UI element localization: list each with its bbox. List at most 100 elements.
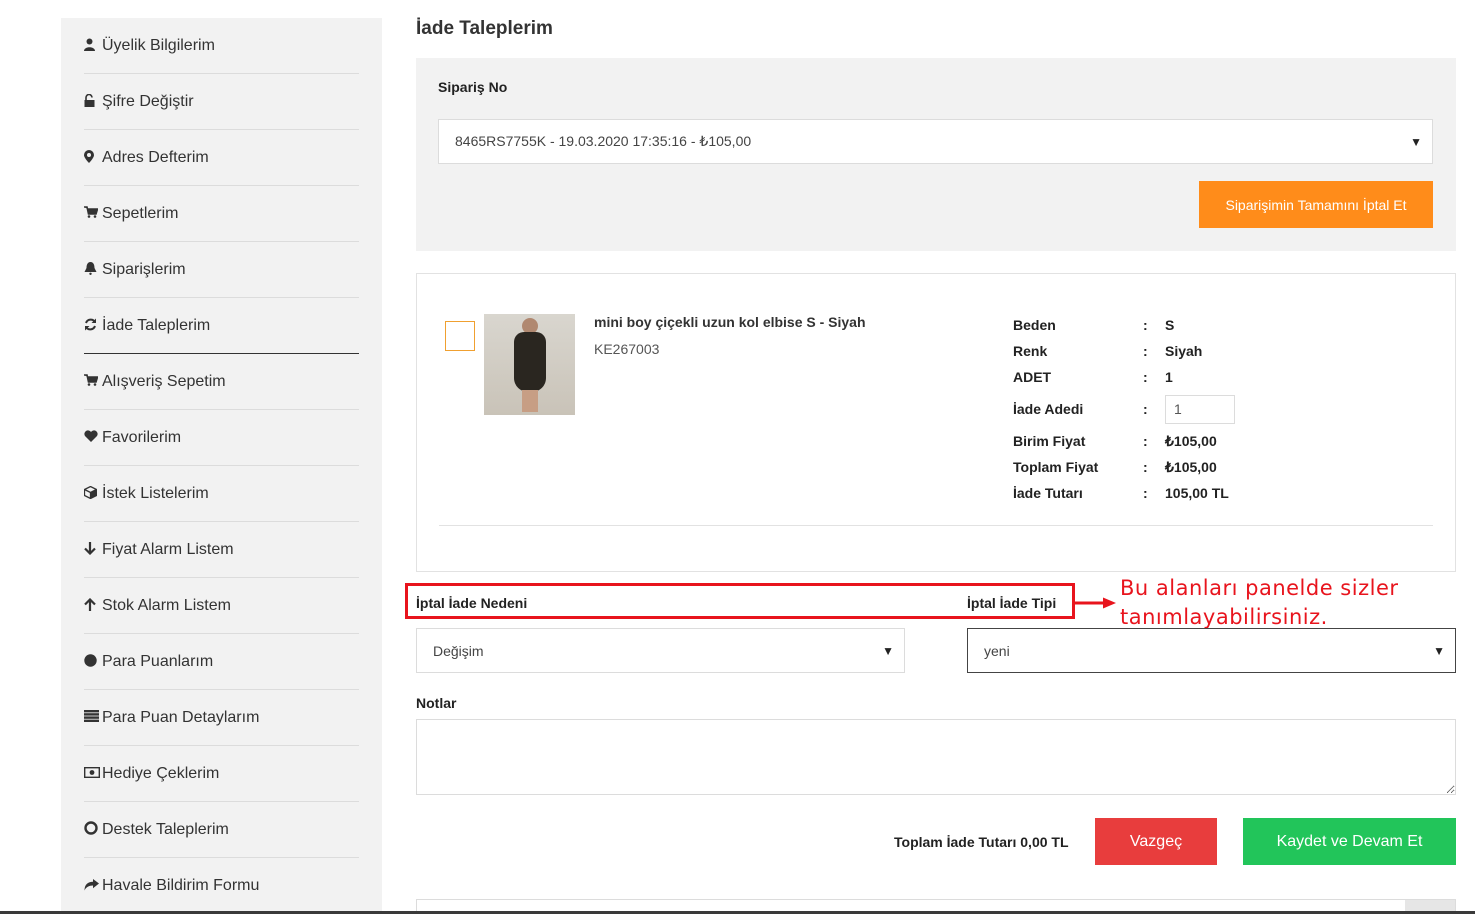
notes-label: Notlar [416,695,457,711]
total-return-amount: Toplam İade Tutarı 0,00 TL [894,834,1069,850]
sidebar-item-label: İstek Listelerim [102,484,209,502]
save-and-continue-button[interactable]: Kaydet ve Devam Et [1243,818,1456,865]
share-icon [84,878,102,894]
spec-colon: : [1143,369,1148,385]
spec-label: İade Tutarı [1013,485,1083,501]
product-image [484,314,575,415]
spec-row-iade-adedi: İade Adedi : [1013,390,1235,428]
map-marker-icon [84,149,102,166]
chevron-down-icon: ▼ [1433,643,1445,658]
page-title: İade Taleplerim [416,18,553,39]
sidebar-item-label: Destek Taleplerim [102,820,229,838]
sidebar-item-adres-defterim[interactable]: Adres Defterim [84,130,359,186]
life-ring-icon [84,821,102,838]
unlock-icon [84,93,102,110]
annotation-line: Bu alanları panelde sizler [1120,576,1399,600]
sidebar-menu: Üyelik Bilgilerim Şifre Değiştir Adres D… [83,18,359,914]
sidebar-item-alisveris-sepetim[interactable]: Alışveriş Sepetim [84,354,359,410]
sidebar-item-label: İade Taleplerim [102,316,211,334]
return-type-select[interactable]: yeni ▼ [967,628,1456,673]
sidebar-item-destek-taleplerim[interactable]: Destek Taleplerim [84,802,359,858]
sidebar-item-para-puanlarim[interactable]: Para Puanlarım [84,634,359,690]
sidebar-item-label: Adres Defterim [102,148,209,166]
spec-colon: : [1143,485,1148,501]
spec-colon: : [1143,433,1148,449]
sidebar-item-label: Hediye Çeklerim [102,764,220,782]
list-icon [84,710,102,725]
sidebar-item-hediye-ceklerim[interactable]: Hediye Çeklerim [83,746,359,802]
sidebar-item-label: Siparişlerim [102,260,186,278]
spec-value: Siyah [1165,343,1203,359]
return-quantity-input[interactable] [1165,394,1235,424]
order-number-label: Sipariş No [438,79,508,95]
spec-row-toplam-fiyat: Toplam Fiyat : ₺105,00 [1013,454,1235,480]
spec-colon: : [1143,401,1148,417]
sidebar-item-label: Şifre Değiştir [102,92,194,110]
sidebar-item-fiyat-alarm-listem[interactable]: Fiyat Alarm Listem [84,522,359,578]
spec-label: Renk [1013,343,1048,359]
spec-value: ₺105,00 [1165,458,1217,475]
annotation-highlight-box [405,583,1075,619]
sidebar-item-para-puan-detaylarim[interactable]: Para Puan Detaylarım [84,690,359,746]
spec-label: Beden [1013,317,1056,333]
product-specs: Beden : S Renk : Siyah ADET : 1 İade Ade… [1013,312,1235,506]
heart-icon [84,430,102,445]
order-number-select[interactable]: 8465RS7755K - 19.03.2020 17:35:16 - ₺105… [438,119,1433,164]
divider [439,525,1433,526]
return-reason-selected: Değişim [433,642,484,659]
sidebar-item-label: Alışveriş Sepetim [102,372,226,390]
refresh-icon [84,318,102,334]
spec-label: ADET [1013,369,1052,385]
arrow-up-icon [84,597,102,614]
order-selection-panel: Sipariş No 8465RS7755K - 19.03.2020 17:3… [416,58,1456,251]
product-select-checkbox[interactable] [445,321,475,351]
annotation-note: Bu alanları panelde sizler tanımlayabili… [1120,574,1399,632]
account-sidebar: Üyelik Bilgilerim Şifre Değiştir Adres D… [61,18,382,914]
cancel-entire-order-button[interactable]: Siparişimin Tamamını İptal Et [1199,181,1433,228]
spec-label: Toplam Fiyat [1013,459,1099,475]
spec-value: ₺105,00 [1165,432,1217,449]
sidebar-item-istek-listelerim[interactable]: İstek Listelerim [83,466,359,522]
sidebar-item-siparislerim[interactable]: Siparişlerim [84,242,359,298]
product-card: mini boy çiçekli uzun kol elbise S - Siy… [416,273,1456,572]
sidebar-item-uyelik-bilgilerim[interactable]: Üyelik Bilgilerim [84,18,359,74]
sidebar-item-favorilerim[interactable]: Favorilerim [84,410,359,466]
return-reason-select[interactable]: Değişim ▼ [416,628,905,673]
order-number-selected: 8465RS7755K - 19.03.2020 17:35:16 - ₺105… [455,133,752,149]
product-name: mini boy çiçekli uzun kol elbise S - Siy… [594,314,866,330]
annotation-arrow-icon [1075,597,1116,609]
spec-row-birim-fiyat: Birim Fiyat : ₺105,00 [1013,428,1235,454]
sidebar-item-havale-bildirim-formu[interactable]: Havale Bildirim Formu [84,858,359,914]
cart-icon [84,374,102,389]
sidebar-item-sifre-degistir[interactable]: Şifre Değiştir [84,74,359,130]
spec-colon: : [1143,317,1148,333]
sidebar-item-label: Para Puan Detaylarım [102,708,260,726]
spec-colon: : [1143,459,1148,475]
sidebar-item-label: Sepetlerim [102,204,179,222]
spec-row-iade-tutari: İade Tutarı : 105,00 TL [1013,480,1235,506]
spec-label: Birim Fiyat [1013,433,1086,449]
product-code: KE267003 [594,341,660,357]
sidebar-item-iade-taleplerim[interactable]: İade Taleplerim [84,298,359,354]
spec-colon: : [1143,343,1148,359]
spec-row-adet: ADET : 1 [1013,364,1235,390]
chevron-down-icon: ▼ [1410,134,1422,149]
cart-icon [84,206,102,221]
chevron-down-icon: ▼ [882,643,894,658]
sidebar-item-stok-alarm-listem[interactable]: Stok Alarm Listem [84,578,359,634]
spec-value: 105,00 TL [1165,485,1229,501]
sidebar-item-label: Fiyat Alarm Listem [102,540,234,558]
money-icon [83,766,102,781]
notes-textarea[interactable] [416,719,1456,795]
sidebar-item-label: Üyelik Bilgilerim [102,36,215,54]
bell-icon [84,261,102,278]
spec-value: S [1165,317,1175,333]
return-type-selected: yeni [984,642,1010,659]
cube-icon [83,485,102,502]
sidebar-item-label: Para Puanlarım [102,652,214,670]
sidebar-item-sepetlerim[interactable]: Sepetlerim [84,186,359,242]
spec-row-beden: Beden : S [1013,312,1235,338]
spec-row-renk: Renk : Siyah [1013,338,1235,364]
spec-label: İade Adedi [1013,401,1084,417]
cancel-button[interactable]: Vazgeç [1095,818,1217,865]
